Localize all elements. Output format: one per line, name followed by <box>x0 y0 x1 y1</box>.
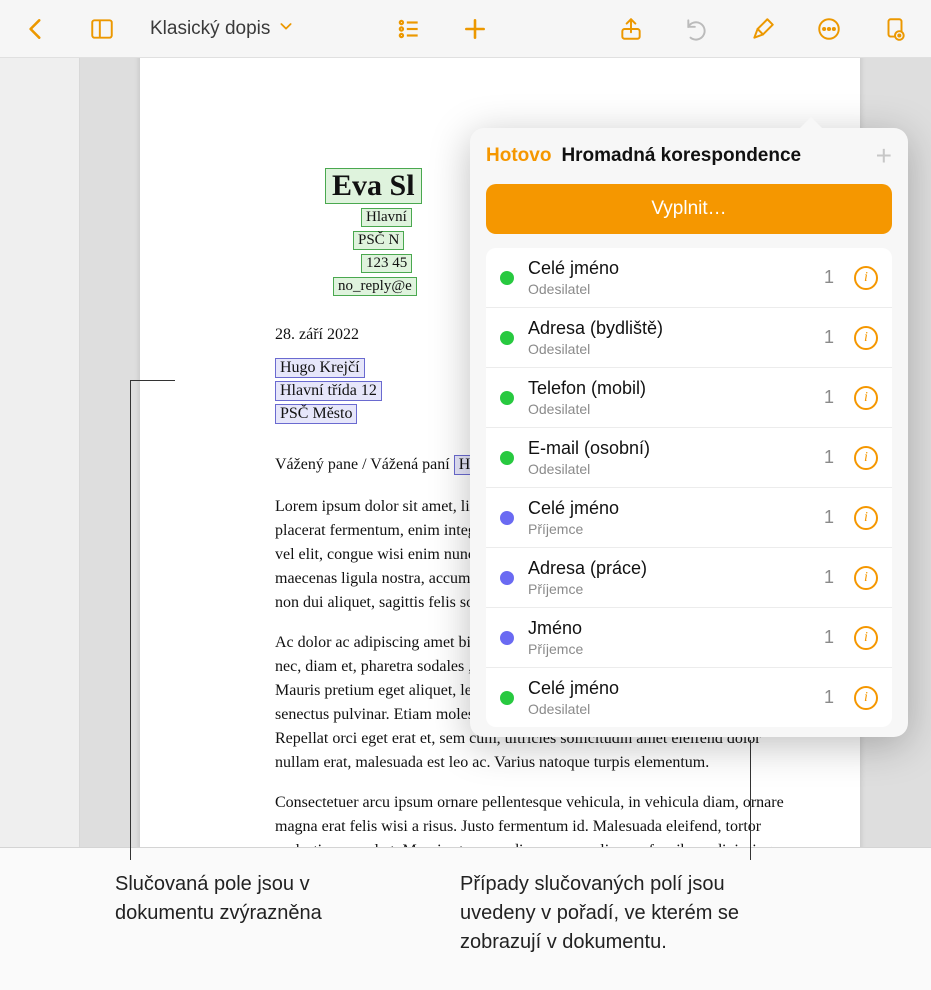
info-icon[interactable]: i <box>854 686 878 710</box>
info-icon[interactable]: i <box>854 326 878 350</box>
merge-field-sender-phone[interactable]: 123 45 <box>361 254 412 273</box>
merge-field-sender-addr2[interactable]: PSČ N <box>353 231 404 250</box>
info-icon[interactable]: i <box>854 506 878 530</box>
field-role: Odesilatel <box>528 341 810 357</box>
field-name: Adresa (práce) <box>528 558 810 579</box>
merge-field-recipient-addr2[interactable]: PSČ Město <box>275 404 357 424</box>
field-count: 1 <box>824 447 834 468</box>
toolbar: Klasický dopis <box>0 0 931 58</box>
document-title-dropdown[interactable]: Klasický dopis <box>150 18 294 40</box>
status-dot-icon <box>500 391 514 405</box>
outline-icon[interactable] <box>391 11 427 47</box>
merge-field-row[interactable]: Telefon (mobil) Odesilatel 1i <box>486 368 892 428</box>
document-title: Klasický dopis <box>150 18 270 40</box>
mail-merge-popover: Hotovo Hromadná korespondence + Vyplnit…… <box>470 128 908 737</box>
info-icon[interactable]: i <box>854 266 878 290</box>
thumbnail-sidebar[interactable] <box>0 58 80 847</box>
back-button[interactable] <box>18 11 54 47</box>
callout-line <box>130 380 175 381</box>
callout-line <box>130 380 131 860</box>
fill-button[interactable]: Vyplnit… <box>486 184 892 234</box>
popover-header: Hotovo Hromadná korespondence + <box>486 142 892 170</box>
field-text: Telefon (mobil) Odesilatel <box>528 378 810 417</box>
status-dot-icon <box>500 631 514 645</box>
merge-field-list: Celé jménoOdesilatel1iAdresa (bydliště)O… <box>486 248 892 727</box>
info-icon[interactable]: i <box>854 626 878 650</box>
add-field-button[interactable]: + <box>876 142 892 170</box>
status-dot-icon <box>500 271 514 285</box>
callout-left: Slučovaná pole jsou v dokumentu zvýrazně… <box>115 870 375 928</box>
field-role: Odesilatel <box>528 461 810 477</box>
status-dot-icon <box>500 331 514 345</box>
field-role: Odesilatel <box>528 281 810 297</box>
field-text: Adresa (práce) Příjemce <box>528 558 810 597</box>
field-text: Celé jméno Odesilatel <box>528 258 810 297</box>
field-name: Celé jméno <box>528 678 810 699</box>
field-count: 1 <box>824 567 834 588</box>
merge-field-sender-email[interactable]: no_reply@e <box>333 277 417 296</box>
field-name: E-mail (osobní) <box>528 438 810 459</box>
popover-title: Hromadná korespondence <box>561 145 801 167</box>
sidebar-toggle-icon[interactable] <box>84 11 120 47</box>
info-icon[interactable]: i <box>854 386 878 410</box>
merge-field-recipient-addr1[interactable]: Hlavní třída 12 <box>275 381 382 401</box>
field-count: 1 <box>824 387 834 408</box>
salutation-prefix: Vážený pane / Vážená paní <box>275 456 454 473</box>
status-dot-icon <box>500 571 514 585</box>
field-role: Příjemce <box>528 641 810 657</box>
field-text: E-mail (osobní) Odesilatel <box>528 438 810 477</box>
field-name: Celé jméno <box>528 498 810 519</box>
merge-field-sender-name[interactable]: Eva Sl <box>325 168 422 204</box>
merge-field-row[interactable]: E-mail (osobní) Odesilatel 1i <box>486 428 892 488</box>
done-button[interactable]: Hotovo <box>486 145 551 167</box>
merge-field-row[interactable]: Celé jméno Příjemce 1i <box>486 488 892 548</box>
merge-field-row[interactable]: Celé jméno Odesilatel 1i <box>486 668 892 727</box>
callout-line <box>750 740 751 860</box>
undo-icon[interactable] <box>679 11 715 47</box>
document-settings-icon[interactable] <box>877 11 913 47</box>
field-count: 1 <box>824 507 834 528</box>
field-text: Jméno Příjemce <box>528 618 810 657</box>
merge-field-row[interactable]: Adresa (práce) Příjemce 1i <box>486 548 892 608</box>
field-count: 1 <box>824 627 834 648</box>
field-name: Telefon (mobil) <box>528 378 810 399</box>
merge-field-recipient-name[interactable]: Hugo Krejčí <box>275 358 365 378</box>
merge-field-sender-addr1[interactable]: Hlavní <box>361 208 412 227</box>
merge-field-row[interactable]: Celé jméno Odesilatel 1i <box>486 248 892 308</box>
merge-field-row[interactable]: Jméno Příjemce 1i <box>486 608 892 668</box>
field-text: Adresa (bydliště) Odesilatel <box>528 318 810 357</box>
status-dot-icon <box>500 511 514 525</box>
chevron-down-icon <box>278 18 294 40</box>
content-area: Eva Sl Hlavní PSČ N 123 45 no_reply@e 28… <box>0 58 931 848</box>
callout-right: Případy slučovaných polí jsou uvedeny v … <box>460 870 790 957</box>
field-role: Odesilatel <box>528 401 810 417</box>
merge-field-row[interactable]: Adresa (bydliště) Odesilatel 1i <box>486 308 892 368</box>
more-icon[interactable] <box>811 11 847 47</box>
field-name: Celé jméno <box>528 258 810 279</box>
format-brush-icon[interactable] <box>745 11 781 47</box>
field-count: 1 <box>824 327 834 348</box>
field-name: Adresa (bydliště) <box>528 318 810 339</box>
info-icon[interactable]: i <box>854 566 878 590</box>
share-icon[interactable] <box>613 11 649 47</box>
field-count: 1 <box>824 687 834 708</box>
field-count: 1 <box>824 267 834 288</box>
info-icon[interactable]: i <box>854 446 878 470</box>
status-dot-icon <box>500 691 514 705</box>
field-role: Příjemce <box>528 521 810 537</box>
status-dot-icon <box>500 451 514 465</box>
field-text: Celé jméno Odesilatel <box>528 678 810 717</box>
field-role: Příjemce <box>528 581 810 597</box>
body-paragraph: Consectetuer arcu ipsum ornare pellentes… <box>275 791 800 847</box>
field-name: Jméno <box>528 618 810 639</box>
field-role: Odesilatel <box>528 701 810 717</box>
field-text: Celé jméno Příjemce <box>528 498 810 537</box>
add-icon[interactable] <box>457 11 493 47</box>
